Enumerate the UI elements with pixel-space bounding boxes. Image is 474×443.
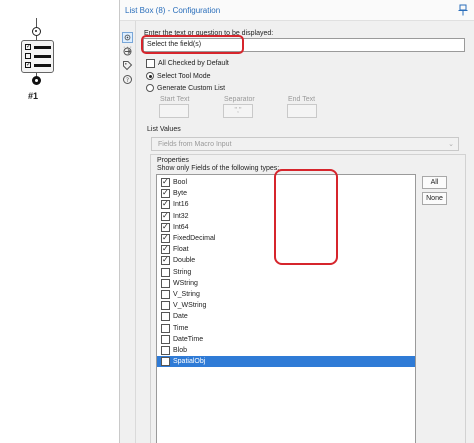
- prompt-highlight-annotation: [141, 35, 244, 54]
- field-type-checkbox[interactable]: [161, 312, 170, 322]
- help-icon[interactable]: ?: [122, 74, 133, 85]
- configuration-window: List Box (8) - Configuration ··· ? Enter…: [119, 0, 474, 443]
- field-type-checkbox[interactable]: [161, 323, 170, 333]
- input-anchor[interactable]: [32, 27, 41, 36]
- generate-custom-list-radio[interactable]: [146, 84, 154, 92]
- select-tool-mode-radio[interactable]: [146, 72, 154, 80]
- connection-icon[interactable]: [122, 46, 133, 57]
- field-type-checkbox[interactable]: [161, 211, 170, 221]
- separator-label: Separator: [224, 96, 255, 103]
- field-type-row[interactable]: V_String: [157, 289, 415, 300]
- field-type-checkbox[interactable]: [161, 177, 170, 187]
- field-type-label: Byte: [173, 190, 188, 198]
- tag-icon[interactable]: [122, 60, 133, 71]
- field-type-checkbox[interactable]: [161, 244, 170, 255]
- field-type-label: FixedDecimal: [173, 235, 216, 242]
- field-type-checkbox[interactable]: [161, 334, 170, 344]
- select-tool-mode-label: Select Tool Mode: [157, 73, 211, 80]
- field-type-label: SpatialObj: [173, 358, 206, 366]
- field-type-label: V_WString: [173, 302, 207, 310]
- field-type-row[interactable]: Date: [157, 311, 415, 322]
- list-values-select[interactable]: Fields from Macro Input ⌄: [151, 137, 459, 151]
- field-type-checkbox[interactable]: [161, 222, 170, 232]
- list-values-label: List Values: [147, 126, 181, 133]
- field-type-checkbox[interactable]: [161, 278, 170, 288]
- gear-icon[interactable]: [122, 32, 133, 43]
- field-type-label: DateTime: [173, 335, 204, 343]
- field-type-row[interactable]: Time: [157, 323, 415, 334]
- side-tab-strip: ··· ?: [120, 21, 136, 443]
- chevron-down-icon: ⌄: [448, 141, 454, 148]
- node-label: #1: [28, 91, 39, 101]
- show-only-label: Show only Fields of the following types:: [157, 165, 280, 172]
- field-type-checkbox[interactable]: [161, 188, 170, 199]
- field-type-checkbox[interactable]: [161, 346, 170, 355]
- field-type-row[interactable]: DateTime: [157, 334, 415, 345]
- field-type-checkbox[interactable]: [161, 290, 170, 299]
- start-text-label: Start Text: [160, 96, 190, 103]
- field-type-row[interactable]: V_WString: [157, 300, 415, 311]
- field-type-row[interactable]: String: [157, 267, 415, 278]
- list-values-selected: Fields from Macro Input: [158, 141, 232, 148]
- types-highlight-annotation: [274, 169, 338, 265]
- field-type-label: String: [173, 268, 192, 276]
- field-type-label: Int32: [173, 212, 189, 220]
- field-type-label: WString: [173, 279, 198, 287]
- all-checked-label: All Checked by Default: [158, 60, 229, 67]
- properties-title: Properties: [157, 157, 189, 164]
- generate-custom-list-label: Generate Custom List: [157, 85, 226, 92]
- field-type-row[interactable]: Blob: [157, 345, 415, 356]
- field-type-label: Blob: [173, 347, 188, 354]
- output-anchor[interactable]: [32, 76, 41, 85]
- field-type-label: Time: [173, 324, 189, 332]
- field-type-label: Double: [173, 257, 196, 265]
- field-type-row[interactable]: WString: [157, 278, 415, 289]
- field-type-label: V_String: [173, 291, 200, 298]
- field-type-checkbox[interactable]: [161, 255, 170, 266]
- pin-icon[interactable]: [457, 4, 469, 16]
- start-text-input[interactable]: [159, 104, 189, 118]
- end-text-input[interactable]: [287, 104, 317, 118]
- svg-text:?: ?: [126, 77, 129, 84]
- field-type-checkbox[interactable]: [161, 199, 170, 210]
- window-title: List Box (8) - Configuration: [125, 6, 221, 15]
- all-button[interactable]: All: [422, 176, 447, 189]
- field-type-checkbox[interactable]: [161, 357, 170, 367]
- list-box-tool-node[interactable]: ✓ ✓ #1: [20, 18, 54, 103]
- field-type-checkbox[interactable]: [161, 301, 170, 311]
- field-type-checkbox[interactable]: [161, 233, 170, 243]
- end-text-label: End Text: [288, 96, 316, 103]
- field-type-label: Float: [173, 246, 189, 254]
- list-box-tool-icon[interactable]: ✓ ✓: [21, 40, 54, 73]
- none-button[interactable]: None: [422, 192, 447, 205]
- separator-input[interactable]: ",": [223, 104, 253, 118]
- title-bar: List Box (8) - Configuration: [120, 0, 474, 21]
- field-type-row[interactable]: SpatialObj: [157, 356, 415, 368]
- field-type-checkbox[interactable]: [161, 267, 170, 277]
- field-type-label: Int16: [173, 201, 189, 209]
- all-checked-checkbox[interactable]: [146, 59, 155, 68]
- field-type-label: Date: [173, 313, 188, 321]
- field-type-label: Bool: [173, 179, 188, 186]
- field-type-label: Int64: [173, 223, 189, 231]
